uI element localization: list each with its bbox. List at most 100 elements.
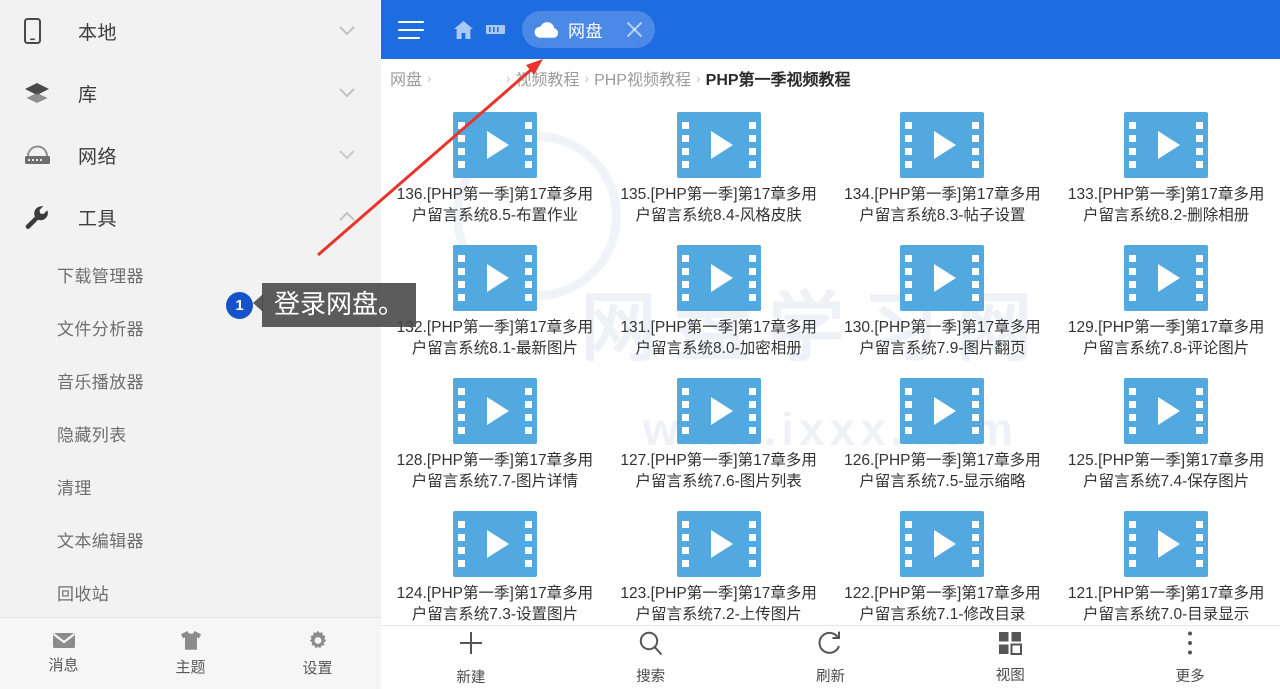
sidebar-group-local[interactable]: 本地 — [0, 0, 381, 62]
refresh-icon — [817, 630, 843, 661]
sidebar-item-label: 清理 — [57, 479, 92, 498]
sidebar-group-library-label: 库 — [78, 84, 98, 106]
video-file-icon — [452, 378, 537, 444]
layers-icon — [24, 78, 58, 108]
app-window: 本地 库 网络 工具 下载管理器 文件分析器 音乐播放器 隐藏列表 清理 文本编… — [0, 0, 1280, 689]
sidebar-group-tools[interactable]: 工具 — [0, 186, 381, 248]
sidebar-item-label: 下载管理器 — [57, 267, 144, 286]
close-icon[interactable] — [621, 17, 647, 43]
file-manager-pane: 网盘 网盘 › › 视频教程 › PHP视频教程 › PHP第一季视频教程 网盘… — [381, 0, 1280, 689]
file-item[interactable]: 128.[PHP第一季]第17章多用户留言系统7.7-图片详情 — [383, 366, 607, 499]
chevron-up-icon[interactable] — [339, 212, 355, 222]
wrench-icon — [24, 202, 58, 232]
file-item[interactable]: 130.[PHP第一季]第17章多用户留言系统7.9-图片翻页 — [831, 233, 1055, 366]
file-name-label: 126.[PHP第一季]第17章多用户留言系统7.5-显示缩略 — [844, 452, 1041, 490]
file-name-label: 133.[PHP第一季]第17章多用户留言系统8.2-删除相册 — [1067, 186, 1265, 224]
file-item[interactable]: 134.[PHP第一季]第17章多用户留言系统8.3-帖子设置 — [831, 100, 1055, 233]
sidebar-item-recycle-bin[interactable]: 回收站 — [0, 566, 381, 617]
file-item[interactable]: 121.[PHP第一季]第17章多用户留言系统7.0-目录显示 — [1054, 499, 1278, 625]
toolbar-new-button[interactable]: 新建 — [381, 626, 561, 689]
file-name-label: 125.[PHP第一季]第17章多用户留言系统7.4-保存图片 — [1067, 452, 1265, 490]
file-grid-area: 网盘学习网 www.ixxx.com 136.[PHP第一季]第17章多用户留言… — [381, 96, 1280, 625]
video-file-icon — [900, 378, 985, 444]
video-file-icon — [676, 245, 761, 311]
file-name-label: 123.[PHP第一季]第17章多用户留言系统7.2-上传图片 — [620, 585, 817, 623]
file-name-label: 134.[PHP第一季]第17章多用户留言系统8.3-帖子设置 — [844, 186, 1041, 224]
sidebar-group-network-label: 网络 — [78, 146, 118, 168]
sidebar-item-download-manager[interactable]: 下载管理器 — [0, 248, 381, 301]
hamburger-icon[interactable] — [398, 15, 432, 45]
file-name-label: 132.[PHP第一季]第17章多用户留言系统8.1-最新图片 — [396, 319, 594, 357]
sidebar-item-file-analyzer[interactable]: 文件分析器 — [0, 301, 381, 354]
file-item[interactable]: 126.[PHP第一季]第17章多用户留言系统7.5-显示缩略 — [831, 366, 1055, 499]
video-file-icon — [452, 245, 537, 311]
breadcrumb-item-video-tutorials[interactable]: 视频教程 — [515, 66, 579, 90]
toolbar-label: 刷新 — [815, 668, 845, 685]
sidebar-tab-theme[interactable]: 主题 — [127, 618, 254, 689]
file-item[interactable]: 136.[PHP第一季]第17章多用户留言系统8.5-布置作业 — [383, 100, 607, 233]
breadcrumb-item-root[interactable]: 网盘 — [390, 66, 422, 90]
more-vertical-icon — [1186, 630, 1194, 661]
sidebar-tab-settings[interactable]: 设置 — [254, 618, 381, 689]
chevron-down-icon[interactable] — [339, 150, 355, 160]
sidebar: 本地 库 网络 工具 下载管理器 文件分析器 音乐播放器 隐藏列表 清理 文本编… — [0, 0, 381, 689]
sidebar-item-hidden-list[interactable]: 隐藏列表 — [0, 407, 381, 460]
breadcrumb-separator: › — [584, 69, 590, 86]
tab-title: 网盘 — [568, 22, 603, 41]
chevron-down-icon[interactable] — [339, 88, 355, 98]
breadcrumb-separator: › — [505, 69, 511, 86]
breadcrumb-item-current: PHP第一季视频教程 — [705, 71, 851, 89]
toolbar-label: 搜索 — [636, 668, 666, 685]
sidebar-group-local-label: 本地 — [78, 22, 118, 44]
sidebar-item-label: 文件分析器 — [57, 320, 144, 339]
toolbar-refresh-button[interactable]: 刷新 — [741, 626, 921, 689]
breadcrumb-item-php-video[interactable]: PHP视频教程 — [594, 66, 691, 90]
file-item[interactable]: 127.[PHP第一季]第17章多用户留言系统7.6-图片列表 — [607, 366, 831, 499]
sidebar-item-text-editor[interactable]: 文本编辑器 — [0, 513, 381, 566]
phone-icon — [24, 16, 58, 46]
toolbar-search-button[interactable]: 搜索 — [561, 626, 741, 689]
file-name-label: 122.[PHP第一季]第17章多用户留言系统7.1-修改目录 — [844, 585, 1041, 623]
sidebar-item-cleanup[interactable]: 清理 — [0, 460, 381, 513]
sidebar-group-network[interactable]: 网络 — [0, 124, 381, 186]
grid-view-icon — [998, 631, 1023, 660]
apps-icon[interactable] — [482, 17, 508, 43]
breadcrumb-separator: › — [695, 69, 701, 86]
breadcrumb-item-hidden[interactable] — [437, 66, 501, 90]
video-file-icon — [676, 511, 761, 577]
file-item[interactable]: 125.[PHP第一季]第17章多用户留言系统7.4-保存图片 — [1054, 366, 1278, 499]
sidebar-item-label: 音乐播放器 — [57, 373, 144, 392]
tshirt-icon — [180, 630, 202, 651]
file-name-label: 136.[PHP第一季]第17章多用户留言系统8.5-布置作业 — [396, 186, 594, 224]
file-item[interactable]: 123.[PHP第一季]第17章多用户留言系统7.2-上传图片 — [607, 499, 831, 625]
bottom-toolbar: 新建 搜索 刷新 视图 更多 — [381, 625, 1280, 689]
file-name-label: 127.[PHP第一季]第17章多用户留言系统7.6-图片列表 — [620, 452, 817, 490]
breadcrumb: 网盘 › › 视频教程 › PHP视频教程 › PHP第一季视频教程 — [381, 59, 1280, 96]
sidebar-tab-label: 设置 — [302, 659, 333, 677]
file-item[interactable]: 122.[PHP第一季]第17章多用户留言系统7.1-修改目录 — [831, 499, 1055, 625]
tab-netdisk[interactable]: 网盘 — [522, 11, 655, 48]
titlebar: 网盘 — [381, 0, 1280, 59]
toolbar-more-button[interactable]: 更多 — [1100, 626, 1280, 689]
gear-icon — [307, 630, 329, 652]
file-item[interactable]: 129.[PHP第一季]第17章多用户留言系统7.8-评论图片 — [1054, 233, 1278, 366]
toolbar-label: 新建 — [456, 669, 486, 686]
file-item[interactable]: 135.[PHP第一季]第17章多用户留言系统8.4-风格皮肤 — [607, 100, 831, 233]
toolbar-view-button[interactable]: 视图 — [920, 626, 1100, 689]
file-item[interactable]: 124.[PHP第一季]第17章多用户留言系统7.3-设置图片 — [383, 499, 607, 625]
file-item[interactable]: 132.[PHP第一季]第17章多用户留言系统8.1-最新图片 — [383, 233, 607, 366]
file-name-label: 130.[PHP第一季]第17章多用户留言系统7.9-图片翻页 — [844, 319, 1041, 357]
video-file-icon — [1124, 112, 1209, 178]
file-item[interactable]: 131.[PHP第一季]第17章多用户留言系统8.0-加密相册 — [607, 233, 831, 366]
file-name-label: 135.[PHP第一季]第17章多用户留言系统8.4-风格皮肤 — [620, 186, 817, 224]
chevron-down-icon[interactable] — [339, 26, 355, 36]
sidebar-tab-messages[interactable]: 消息 — [0, 618, 127, 689]
file-item[interactable]: 133.[PHP第一季]第17章多用户留言系统8.2-删除相册 — [1054, 100, 1278, 233]
cloud-icon — [534, 21, 560, 39]
sidebar-item-music-player[interactable]: 音乐播放器 — [0, 354, 381, 407]
video-file-icon — [1124, 378, 1209, 444]
toolbar-label: 视图 — [995, 667, 1025, 684]
video-file-icon — [1124, 511, 1209, 577]
sidebar-group-library[interactable]: 库 — [0, 62, 381, 124]
home-icon[interactable] — [450, 17, 476, 43]
